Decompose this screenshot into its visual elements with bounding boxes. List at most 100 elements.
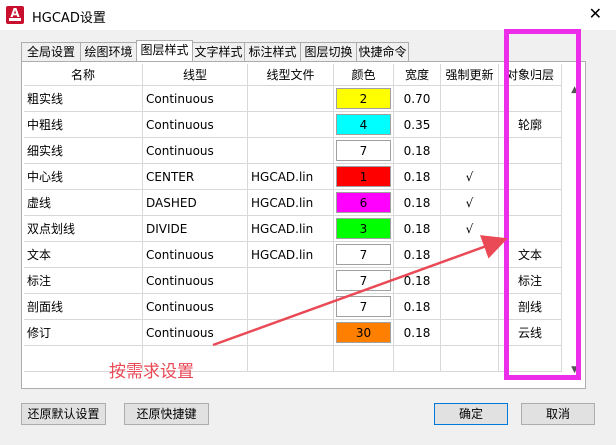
cell-width[interactable]: 0.18 (394, 268, 441, 294)
color-swatch[interactable]: 7 (336, 244, 391, 265)
table-row[interactable]: 修订 Continuous 30 0.18 云线 (24, 320, 580, 346)
cell-force[interactable] (441, 346, 499, 372)
cell-name[interactable]: 剖面线 (24, 294, 143, 320)
cell-file[interactable] (248, 86, 334, 112)
cell-name[interactable]: 标注 (24, 268, 143, 294)
cell-file[interactable] (248, 346, 334, 372)
cell-width[interactable]: 0.18 (394, 138, 441, 164)
cell-force[interactable] (441, 138, 499, 164)
cell-name[interactable]: 双点划线 (24, 216, 143, 242)
cell-layer[interactable] (499, 138, 562, 164)
cell-layer[interactable] (499, 164, 562, 190)
color-swatch[interactable]: 3 (336, 218, 391, 239)
tab-4[interactable]: 标注样式 (244, 42, 301, 61)
restore-defaults-button[interactable]: 还原默认设置 (21, 403, 106, 425)
tab-1[interactable]: 绘图环境 (80, 42, 137, 61)
cell-linetype[interactable]: CENTER (143, 164, 248, 190)
color-swatch[interactable]: 1 (336, 166, 391, 187)
cell-file[interactable]: HGCAD.lin (248, 242, 334, 268)
color-swatch[interactable]: 7 (336, 270, 391, 291)
cell-color[interactable]: 3 (334, 216, 394, 242)
cell-width[interactable]: 0.18 (394, 320, 441, 346)
cell-width[interactable]: 0.18 (394, 190, 441, 216)
cell-force[interactable] (441, 320, 499, 346)
color-swatch[interactable]: 7 (336, 140, 391, 161)
table-row[interactable]: 文本 Continuous HGCAD.lin 7 0.18 文本 (24, 242, 580, 268)
cell-linetype[interactable]: Continuous (143, 138, 248, 164)
cell-color[interactable]: 30 (334, 320, 394, 346)
vertical-scrollbar[interactable]: ▲ ▼ (564, 81, 578, 379)
ok-button[interactable]: 确定 (434, 403, 508, 425)
color-swatch[interactable]: 6 (336, 192, 391, 213)
cell-width[interactable]: 0.18 (394, 164, 441, 190)
table-row[interactable]: 剖面线 Continuous 7 0.18 剖线 (24, 294, 580, 320)
cell-color[interactable]: 7 (334, 242, 394, 268)
cell-linetype[interactable]: Continuous (143, 320, 248, 346)
column-header[interactable]: 颜色 (334, 64, 394, 86)
cell-linetype[interactable]: Continuous (143, 86, 248, 112)
cell-linetype[interactable]: DIVIDE (143, 216, 248, 242)
cell-name[interactable]: 中心线 (24, 164, 143, 190)
table-row[interactable]: 中心线 CENTER HGCAD.lin 1 0.18 √ (24, 164, 580, 190)
cell-force[interactable] (441, 112, 499, 138)
cell-force[interactable]: √ (441, 190, 499, 216)
cell-name[interactable]: 粗实线 (24, 86, 143, 112)
cell-layer[interactable]: 文本 (499, 242, 562, 268)
cell-color[interactable]: 7 (334, 268, 394, 294)
scroll-down-icon[interactable]: ▼ (571, 365, 578, 375)
scroll-up-icon[interactable]: ▲ (571, 85, 578, 95)
cell-color[interactable]: 7 (334, 294, 394, 320)
cell-color[interactable]: 2 (334, 86, 394, 112)
cell-layer[interactable] (499, 190, 562, 216)
table-row[interactable]: 标注 Continuous 7 0.18 标注 (24, 268, 580, 294)
cell-layer[interactable] (499, 216, 562, 242)
cell-linetype[interactable]: Continuous (143, 294, 248, 320)
cell-force[interactable] (441, 268, 499, 294)
cell-file[interactable] (248, 294, 334, 320)
cell-force[interactable] (441, 242, 499, 268)
cell-layer[interactable] (499, 346, 562, 372)
cell-file[interactable]: HGCAD.lin (248, 216, 334, 242)
tab-5[interactable]: 图层切换 (300, 42, 357, 61)
table-row[interactable]: 细实线 Continuous 7 0.18 (24, 138, 580, 164)
cell-linetype[interactable]: Continuous (143, 268, 248, 294)
column-header[interactable]: 对象归层 (499, 64, 562, 86)
column-header[interactable]: 名称 (24, 64, 143, 86)
cell-force[interactable]: √ (441, 216, 499, 242)
table-row[interactable]: 双点划线 DIVIDE HGCAD.lin 3 0.18 √ (24, 216, 580, 242)
cell-color[interactable]: 6 (334, 190, 394, 216)
column-header[interactable]: 强制更新 (441, 64, 499, 86)
cell-force[interactable] (441, 86, 499, 112)
cell-width[interactable]: 0.18 (394, 294, 441, 320)
cell-color[interactable]: 1 (334, 164, 394, 190)
cancel-button[interactable]: 取消 (521, 403, 595, 425)
cell-width[interactable] (394, 346, 441, 372)
cell-width[interactable]: 0.35 (394, 112, 441, 138)
cell-width[interactable]: 0.18 (394, 242, 441, 268)
cell-force[interactable] (441, 294, 499, 320)
cell-color[interactable]: 7 (334, 138, 394, 164)
cell-file[interactable] (248, 268, 334, 294)
cell-file[interactable] (248, 112, 334, 138)
tab-0[interactable]: 全局设置 (21, 42, 81, 61)
cell-layer[interactable]: 云线 (499, 320, 562, 346)
cell-color[interactable] (334, 346, 394, 372)
cell-width[interactable]: 0.18 (394, 216, 441, 242)
cell-name[interactable]: 修订 (24, 320, 143, 346)
cell-width[interactable]: 0.70 (394, 86, 441, 112)
cell-name[interactable]: 虚线 (24, 190, 143, 216)
cell-file[interactable]: HGCAD.lin (248, 164, 334, 190)
cell-linetype[interactable]: DASHED (143, 190, 248, 216)
table-row[interactable]: 虚线 DASHED HGCAD.lin 6 0.18 √ (24, 190, 580, 216)
cell-layer[interactable] (499, 86, 562, 112)
close-icon[interactable]: ✕ (589, 5, 602, 23)
cell-layer[interactable]: 轮廓 (499, 112, 562, 138)
cell-file[interactable] (248, 138, 334, 164)
column-header[interactable]: 宽度 (394, 64, 441, 86)
cell-name[interactable]: 中粗线 (24, 112, 143, 138)
table-row[interactable]: 粗实线 Continuous 2 0.70 (24, 86, 580, 112)
tab-3[interactable]: 文字样式 (192, 42, 245, 61)
color-swatch[interactable]: 4 (336, 114, 391, 135)
cell-color[interactable]: 4 (334, 112, 394, 138)
cell-linetype[interactable]: Continuous (143, 112, 248, 138)
